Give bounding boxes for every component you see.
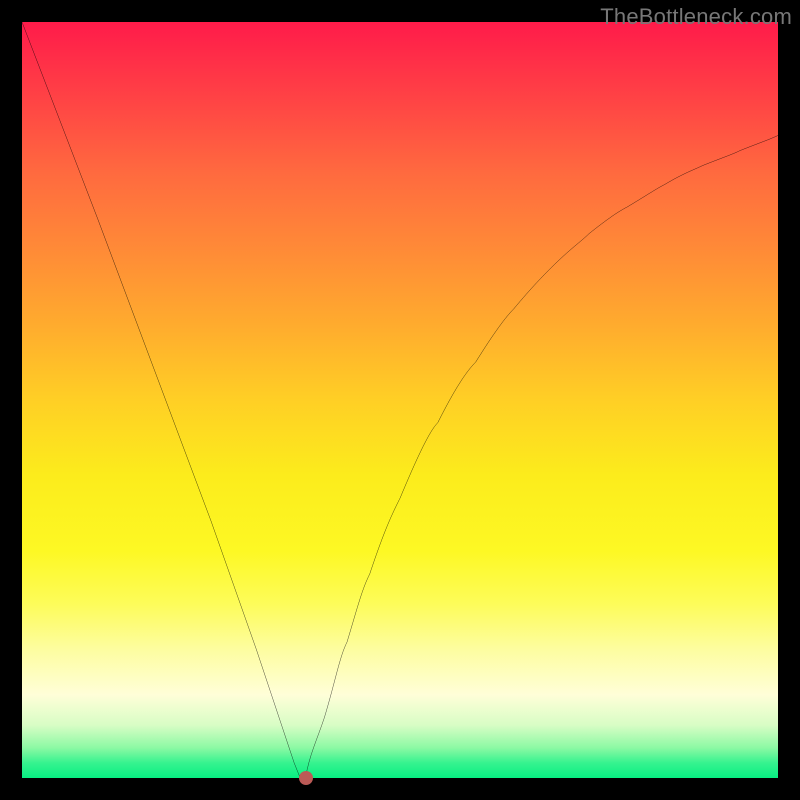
curve-path: [22, 22, 778, 778]
bottleneck-curve: [22, 22, 778, 778]
annotation-point: [299, 771, 313, 785]
chart-container: TheBottleneck.com: [0, 0, 800, 800]
plot-area: [22, 22, 778, 778]
watermark-text: TheBottleneck.com: [600, 4, 792, 30]
